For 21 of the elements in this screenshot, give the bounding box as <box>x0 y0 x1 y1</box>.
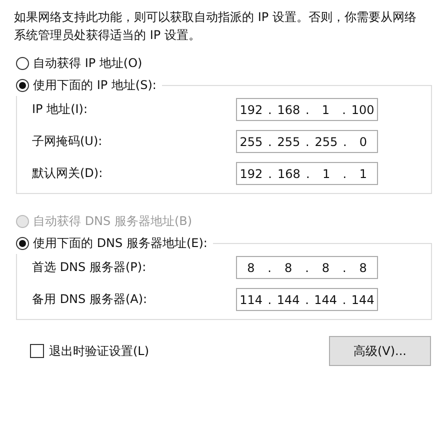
checkbox[interactable] <box>30 344 44 358</box>
radio-label: 使用下面的 IP 地址(S): <box>33 76 156 94</box>
field-label: 子网掩码(U): <box>32 133 102 150</box>
radio-button[interactable] <box>16 78 29 92</box>
radio-label: 使用下面的 DNS 服务器地址(E): <box>33 234 208 252</box>
intro-text: 如果网络支持此功能，则可以获取自动指派的 IP 设置。否则，你需要从网络系统管理员处获得适当的 IP 设置。 <box>14 9 418 44</box>
ip-address-field[interactable]: 255 . 255 . 255 . 0 <box>236 130 378 153</box>
ip-address-field[interactable]: 8 . 8 . 8 . 8 <box>236 256 378 279</box>
ip-address-field[interactable]: 192 . 168 . 1 . 100 <box>236 98 378 121</box>
ip-address-field[interactable]: 114 . 144 . 144 . 144 <box>236 288 378 311</box>
field-label: 备用 DNS 服务器(A): <box>32 291 148 308</box>
advanced-button[interactable]: 高级(V)... <box>329 336 431 366</box>
radio-label: 自动获得 DNS 服务器地址(B) <box>33 212 192 230</box>
ip-address-field[interactable]: 192 . 168 . 1 . 1 <box>236 162 378 185</box>
checkbox-label: 退出时验证设置(L) <box>49 342 150 360</box>
radio-button[interactable] <box>16 236 29 250</box>
field-label: IP 地址(I): <box>32 101 88 118</box>
radio-label: 自动获得 IP 地址(O) <box>33 54 142 72</box>
field-label: 首选 DNS 服务器(P): <box>32 259 146 276</box>
radio-button[interactable] <box>16 56 29 70</box>
field-label: 默认网关(D): <box>32 165 103 182</box>
